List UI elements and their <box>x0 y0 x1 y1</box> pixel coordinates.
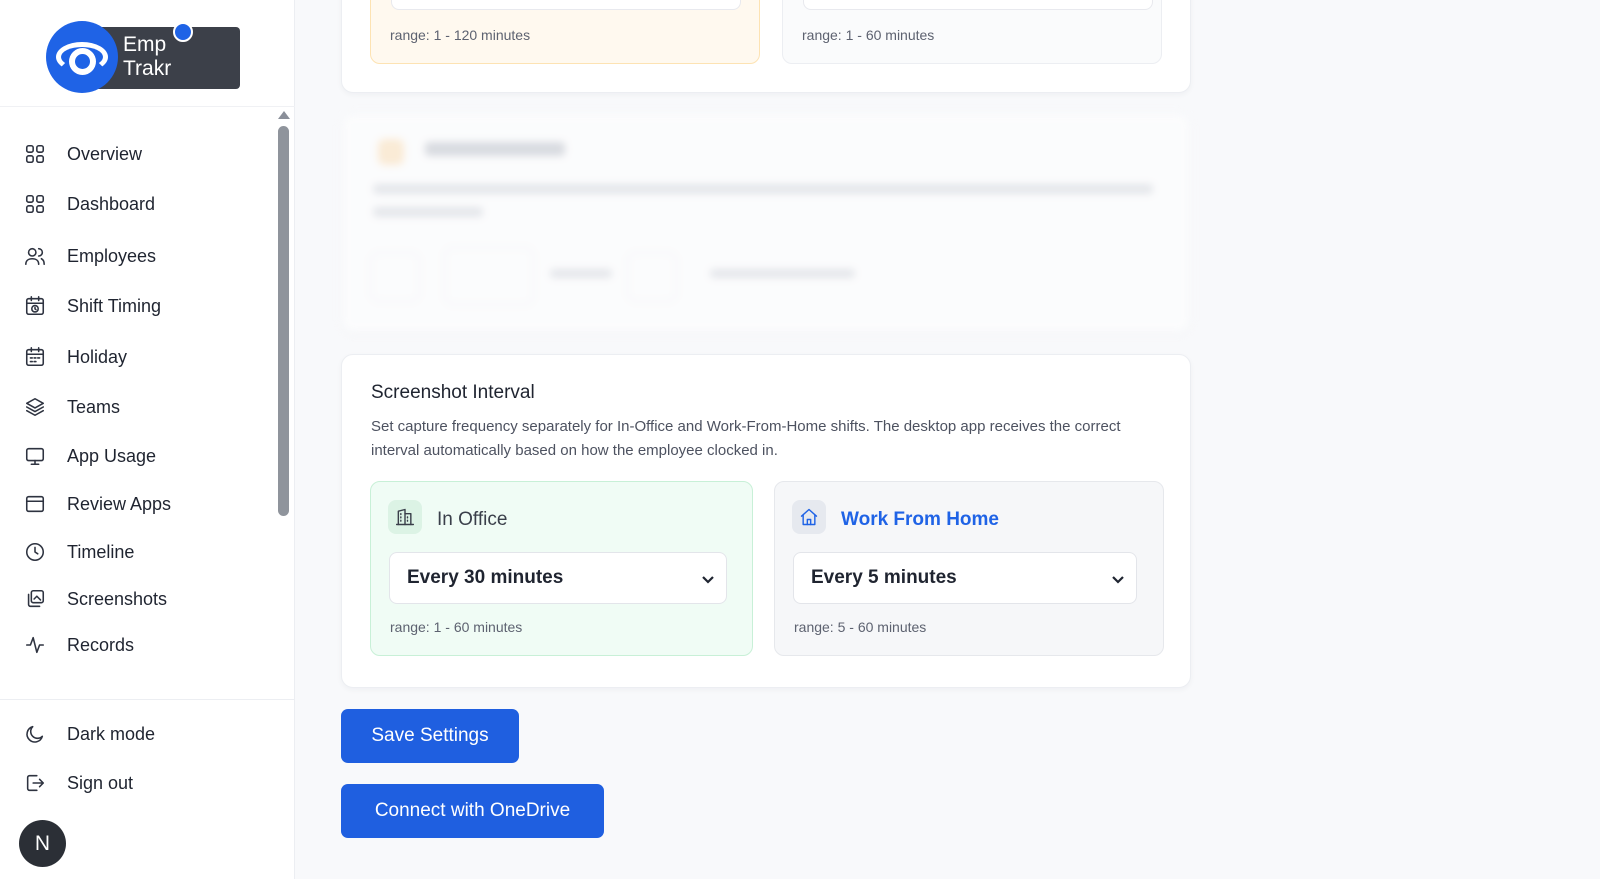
moon-icon <box>26 725 44 743</box>
blurred-card-icon <box>378 139 404 165</box>
clock-icon <box>25 542 45 562</box>
grid-icon <box>25 144 45 164</box>
sidebar-item-label: Employees <box>67 245 157 266</box>
highlighted-option-box: range: 1 - 120 minutes <box>370 0 760 64</box>
work-from-home-label: Work From Home <box>841 509 1000 530</box>
monitor-icon <box>25 447 45 466</box>
calendar-icon <box>25 347 45 367</box>
sidebar-item-holiday[interactable]: Holiday <box>24 342 127 372</box>
calendar-clock-icon <box>25 296 45 316</box>
option-box: range: 1 - 60 minutes <box>782 0 1162 64</box>
eye-logo-icon <box>46 21 118 93</box>
sidebar-item-label: Overview <box>67 143 143 164</box>
range-hint: range: 1 - 60 minutes <box>390 619 523 635</box>
layers-icon <box>25 397 45 417</box>
chevron-down-icon <box>702 576 714 584</box>
dark-mode-label: Dark mode <box>67 723 156 744</box>
sidebar-item-employees[interactable]: Employees <box>24 241 156 271</box>
connect-onedrive-button[interactable]: Connect with OneDrive <box>341 784 604 838</box>
decrement-button[interactable] <box>370 252 420 302</box>
sidebar-item-label: Review Apps <box>67 493 172 514</box>
save-settings-button[interactable]: Save Settings <box>341 709 519 763</box>
range-hint <box>710 269 855 278</box>
range-hint: range: 1 - 120 minutes <box>390 27 531 43</box>
blurred-settings-card <box>341 113 1191 333</box>
notification-dot <box>173 22 193 42</box>
sign-out-label: Sign out <box>67 772 134 793</box>
gallery-icon <box>27 589 45 608</box>
range-hint: range: 1 - 60 minutes <box>802 27 935 43</box>
selected-value: Every 30 minutes <box>407 567 564 588</box>
app-logo[interactable]: Emp Trakr <box>46 20 240 93</box>
value-field[interactable] <box>444 247 534 305</box>
in-office-interval-select[interactable]: Every 30 minutes <box>389 552 727 604</box>
sidebar-item-overview[interactable]: Overview <box>24 139 142 169</box>
sign-out-icon <box>26 774 45 792</box>
number-input[interactable] <box>391 0 741 10</box>
sidebar: Emp Trakr Overview Dashboard Employees S… <box>0 0 295 879</box>
sidebar-item-app-usage[interactable]: App Usage <box>24 441 156 471</box>
increment-button[interactable] <box>627 252 677 302</box>
sidebar-item-label: Shift Timing <box>67 295 162 316</box>
blurred-description <box>373 178 1163 217</box>
sidebar-scrollbar[interactable] <box>278 126 289 516</box>
section-title: Screenshot Interval <box>371 382 535 403</box>
work-from-home-option: Work From Home Every 5 minutes range: 5 … <box>774 481 1164 656</box>
sidebar-item-label: Records <box>67 634 135 655</box>
window-icon <box>25 495 45 513</box>
sidebar-item-label: Teams <box>67 396 121 417</box>
blurred-title <box>425 142 565 156</box>
sidebar-item-records[interactable]: Records <box>24 630 134 660</box>
sidebar-item-label: App Usage <box>67 445 157 466</box>
in-office-option: In Office Every 30 minutes range: 1 - 60… <box>370 481 753 656</box>
range-hint: range: 5 - 60 minutes <box>794 619 927 635</box>
unit-label <box>550 269 612 278</box>
sidebar-item-teams[interactable]: Teams <box>24 392 120 422</box>
sidebar-item-screenshots[interactable]: Screenshots <box>24 584 167 614</box>
interval-settings-card: range: 1 - 120 minutes range: 1 - 60 min… <box>341 0 1191 93</box>
sidebar-item-label: Timeline <box>67 541 135 562</box>
sidebar-item-label: Screenshots <box>67 588 168 609</box>
grid-icon <box>25 194 45 214</box>
sidebar-item-label: Dashboard <box>67 193 156 214</box>
brand-name: Emp Trakr <box>123 33 172 80</box>
sidebar-item-label: Holiday <box>67 346 128 367</box>
screenshot-interval-card: Screenshot Interval Set capture frequenc… <box>341 354 1191 688</box>
building-icon <box>388 500 422 534</box>
work-from-home-interval-select[interactable]: Every 5 minutes <box>793 552 1137 604</box>
home-icon <box>792 500 826 534</box>
in-office-label: In Office <box>437 509 508 530</box>
dark-mode-toggle[interactable]: Dark mode <box>24 719 155 749</box>
section-description: Set capture frequency separately for In-… <box>371 418 1121 459</box>
users-icon <box>25 247 45 266</box>
selected-value: Every 5 minutes <box>811 567 957 588</box>
scroll-up-arrow-icon[interactable] <box>278 111 290 119</box>
sign-out-button[interactable]: Sign out <box>24 768 133 798</box>
sidebar-item-timeline[interactable]: Timeline <box>24 537 134 567</box>
activity-icon <box>25 636 45 654</box>
sidebar-item-review-apps[interactable]: Review Apps <box>24 489 171 519</box>
number-input[interactable] <box>803 0 1153 10</box>
chevron-down-icon <box>1112 576 1124 584</box>
sidebar-item-dashboard[interactable]: Dashboard <box>24 189 155 219</box>
sidebar-item-shift-timing[interactable]: Shift Timing <box>24 291 161 321</box>
avatar[interactable]: N <box>19 820 66 867</box>
